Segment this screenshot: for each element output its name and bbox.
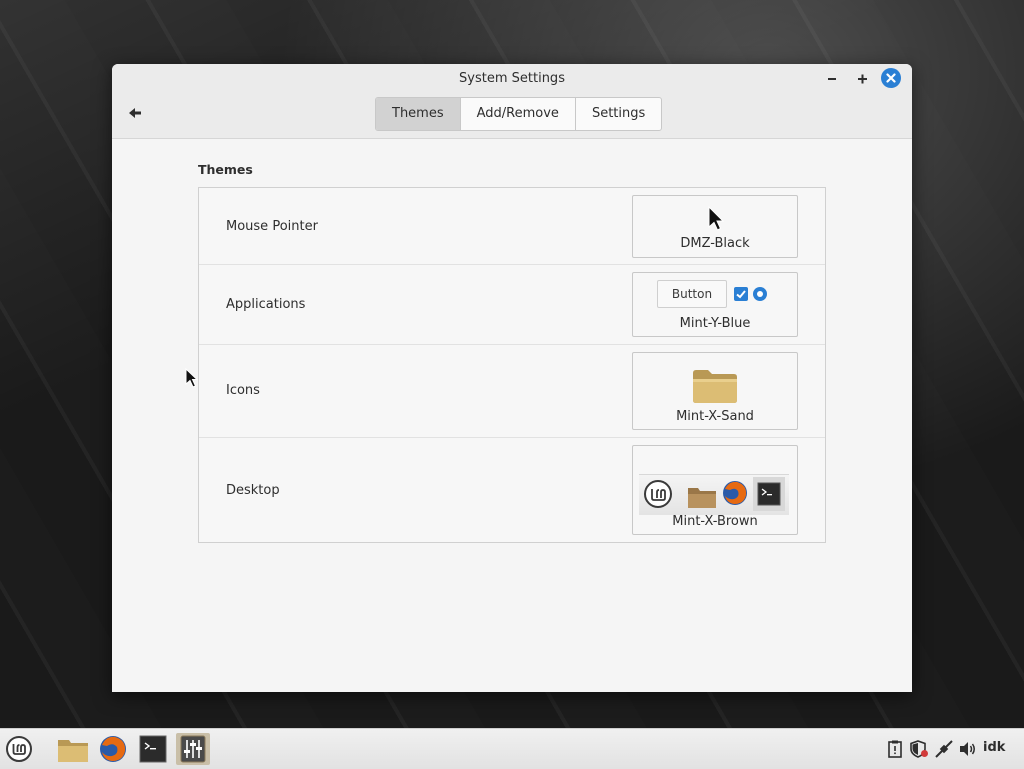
window-title: System Settings bbox=[459, 71, 565, 86]
terminal-icon bbox=[757, 482, 781, 506]
mint-logo-icon bbox=[644, 480, 672, 508]
settings-launcher[interactable] bbox=[176, 733, 210, 765]
tab-bar: Themes Add/Remove Settings bbox=[375, 97, 663, 131]
chooser-value: DMZ-Black bbox=[680, 236, 750, 251]
mouse-pointer-theme-chooser[interactable]: DMZ-Black bbox=[632, 195, 798, 258]
clipboard-icon bbox=[888, 740, 902, 758]
folder-icon bbox=[693, 370, 737, 403]
maximize-button[interactable] bbox=[851, 68, 873, 90]
icons-theme-chooser[interactable]: Mint-X-Sand bbox=[632, 352, 798, 430]
network-tray-button[interactable] bbox=[934, 739, 953, 759]
chooser-value: Mint-Y-Blue bbox=[679, 316, 751, 331]
active-launcher bbox=[753, 477, 785, 511]
back-arrow-icon bbox=[129, 108, 141, 118]
settings-icon bbox=[180, 735, 206, 763]
theme-row-mouse-pointer: Mouse Pointer DMZ-Black bbox=[199, 188, 825, 265]
panel-preview bbox=[639, 474, 789, 515]
theme-row-desktop: Desktop Mint-X-Brown bbox=[199, 438, 825, 542]
tab-add-remove[interactable]: Add/Remove bbox=[461, 98, 576, 130]
mouse-cursor-icon bbox=[185, 368, 199, 388]
tab-themes[interactable]: Themes bbox=[376, 98, 461, 130]
cursor-icon bbox=[708, 206, 725, 231]
radio-icon bbox=[753, 287, 767, 301]
volume-tray-button[interactable] bbox=[958, 739, 976, 759]
row-label: Icons bbox=[226, 383, 260, 398]
tray-user-label[interactable]: idk bbox=[983, 740, 1005, 755]
section-title: Themes bbox=[198, 162, 253, 177]
minimize-icon bbox=[828, 78, 836, 80]
chooser-value: Mint-X-Sand bbox=[676, 409, 754, 424]
system-settings-window: System Settings Themes Add/Remove Settin… bbox=[112, 64, 912, 692]
back-button[interactable] bbox=[126, 104, 144, 122]
close-button[interactable] bbox=[881, 68, 901, 88]
firefox-icon bbox=[100, 736, 126, 762]
theme-row-applications: Applications Button Mint-Y-Blue bbox=[199, 265, 825, 345]
desktop-theme-chooser[interactable]: Mint-X-Brown bbox=[632, 445, 798, 535]
row-label: Desktop bbox=[226, 483, 280, 498]
checkbox-icon bbox=[734, 287, 748, 301]
close-icon bbox=[886, 73, 896, 83]
maximize-icon bbox=[858, 74, 867, 84]
shield-icon bbox=[910, 740, 928, 758]
taskbar: idk bbox=[0, 728, 1024, 769]
volume-icon bbox=[960, 742, 975, 756]
minimize-button[interactable] bbox=[821, 68, 843, 90]
preview-button: Button bbox=[657, 280, 727, 308]
applications-theme-chooser[interactable]: Button Mint-Y-Blue bbox=[632, 272, 798, 337]
files-icon bbox=[58, 740, 88, 762]
clipboard-tray-button[interactable] bbox=[886, 739, 904, 759]
header-bar: System Settings Themes Add/Remove Settin… bbox=[112, 64, 912, 139]
mint-menu-icon bbox=[6, 736, 32, 762]
chooser-value: Mint-X-Brown bbox=[672, 514, 758, 529]
files-launcher[interactable] bbox=[56, 733, 90, 765]
firefox-icon bbox=[723, 481, 747, 505]
tab-settings[interactable]: Settings bbox=[576, 98, 661, 130]
row-label: Mouse Pointer bbox=[226, 219, 318, 234]
menu-button[interactable] bbox=[2, 733, 36, 765]
theme-row-icons: Icons Mint-X-Sand bbox=[199, 345, 825, 438]
terminal-launcher[interactable] bbox=[136, 733, 170, 765]
row-label: Applications bbox=[226, 297, 306, 312]
folder-icon bbox=[688, 488, 716, 508]
firefox-launcher[interactable] bbox=[96, 733, 130, 765]
terminal-icon bbox=[139, 735, 167, 763]
themes-list: Mouse Pointer DMZ-Black Applications But… bbox=[198, 187, 826, 543]
shield-tray-button[interactable] bbox=[909, 739, 928, 759]
network-disconnected-icon bbox=[935, 740, 953, 758]
